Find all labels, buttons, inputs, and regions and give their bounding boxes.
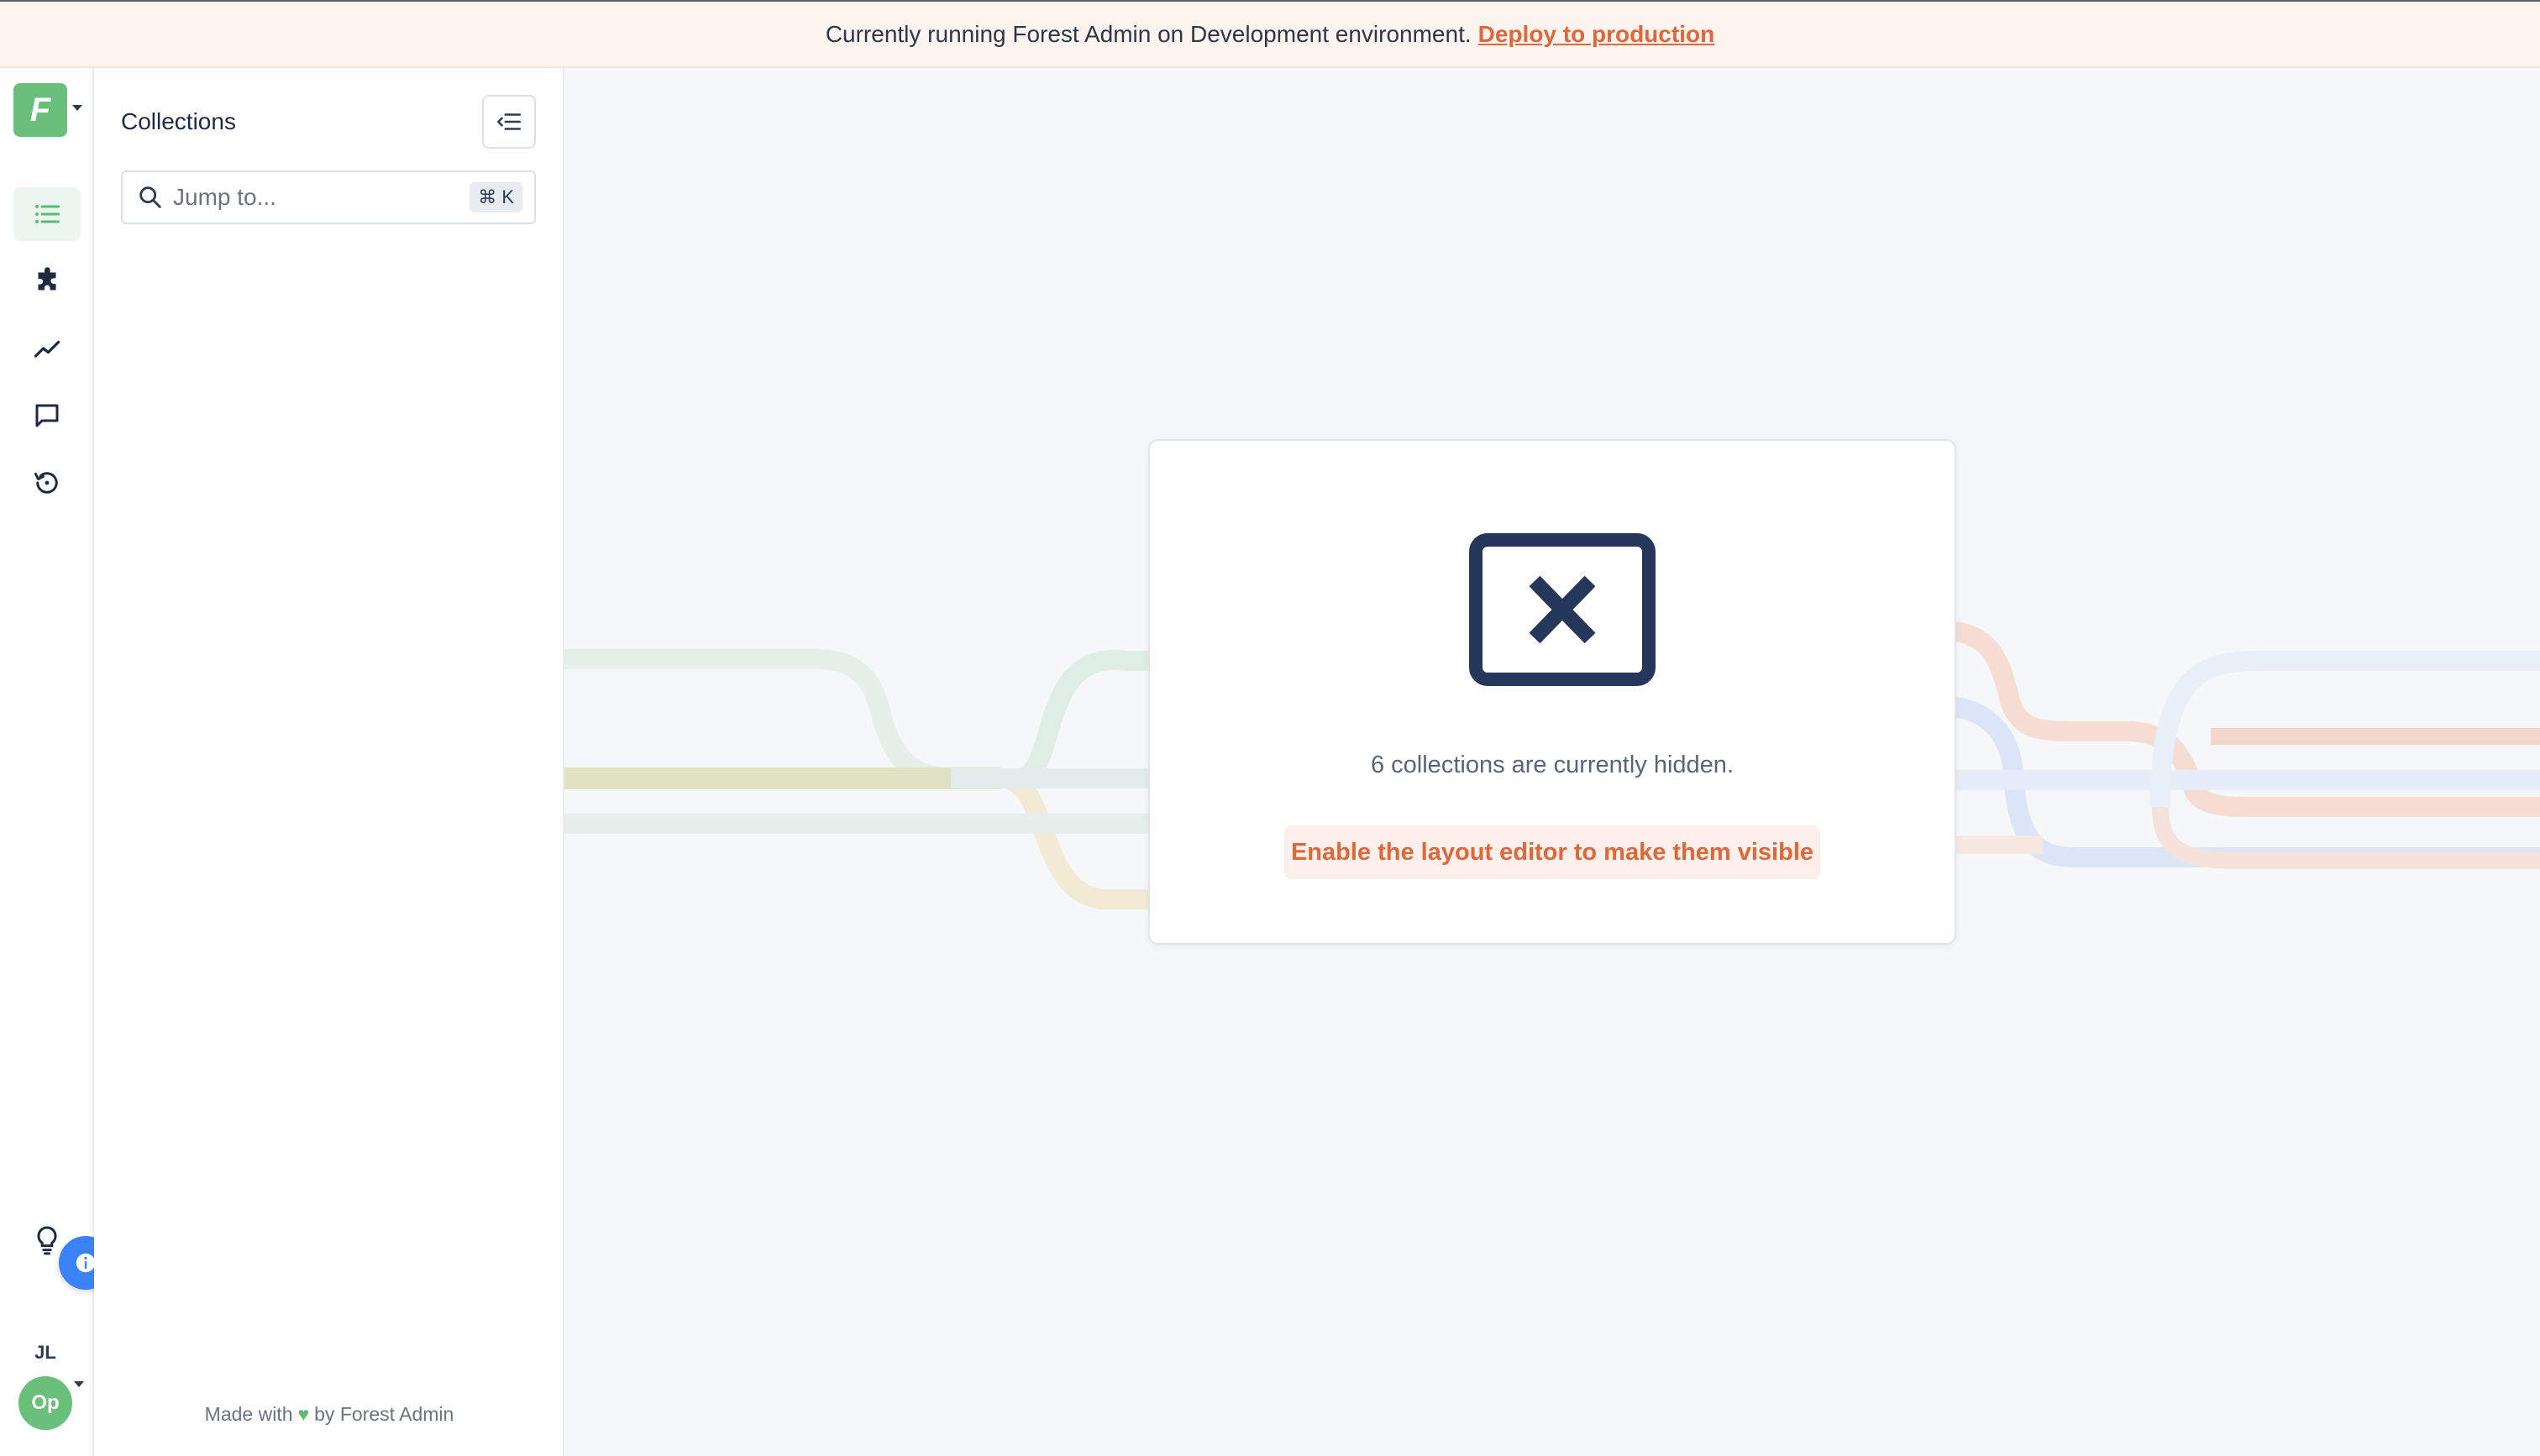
environment-banner: Currently running Forest Admin on Develo…: [0, 0, 2540, 68]
collapse-sidebar-button[interactable]: [482, 95, 536, 149]
search-icon: [139, 186, 161, 208]
user-avatar[interactable]: JL: [18, 1336, 72, 1370]
heart-icon: ♥: [297, 1403, 310, 1425]
footer-prefix: Made with: [204, 1403, 293, 1425]
panel-title: Collections: [121, 108, 236, 134]
rail-collaboration-button[interactable]: [13, 389, 81, 443]
user-initials: JL: [34, 1342, 56, 1363]
hidden-window-x-icon: [1469, 533, 1656, 686]
project-avatar[interactable]: Op: [18, 1376, 72, 1430]
hidden-collections-card: 6 collections are currently hidden. Enab…: [1148, 439, 1956, 945]
rail-collections-button[interactable]: [13, 187, 81, 241]
account-caret-icon[interactable]: [74, 1381, 84, 1387]
puzzle-icon: [38, 267, 56, 291]
rail-analytics-button[interactable]: [13, 322, 81, 375]
main-content: 6 collections are currently hidden. Enab…: [564, 68, 2540, 1456]
chart-line-icon: [34, 340, 60, 358]
project-caret-icon[interactable]: [72, 105, 82, 111]
chat-icon: [35, 404, 59, 427]
jump-to-search[interactable]: ⌘ K: [121, 170, 536, 224]
hidden-collections-message: 6 collections are currently hidden.: [1370, 752, 1734, 778]
rail-smart-actions-button[interactable]: [13, 254, 81, 308]
made-with-footer: Made with ♥ by Forest Admin: [94, 1403, 564, 1426]
forest-logo[interactable]: F: [13, 83, 67, 137]
collapse-menu-icon: [496, 113, 522, 130]
banner-message: Currently running Forest Admin on Develo…: [825, 20, 1472, 47]
enable-layout-editor-button[interactable]: Enable the layout editor to make them vi…: [1284, 825, 1820, 879]
footer-suffix: by Forest Admin: [314, 1403, 454, 1425]
deploy-to-production-link[interactable]: Deploy to production: [1478, 21, 1715, 48]
rail-activity-button[interactable]: [13, 456, 81, 510]
keyboard-shortcut-badge: ⌘ K: [470, 182, 522, 212]
project-initials: Op: [31, 1391, 60, 1414]
logo-letter: F: [29, 91, 51, 128]
history-icon: [34, 472, 58, 494]
list-icon: [35, 205, 60, 223]
jump-to-input[interactable]: [173, 184, 450, 211]
lightbulb-icon[interactable]: [30, 1223, 64, 1257]
icon-rail: F JL Op: [0, 68, 113, 1456]
collections-panel: Collections ⌘ K Made with♥by Forest Admi…: [94, 68, 564, 1456]
